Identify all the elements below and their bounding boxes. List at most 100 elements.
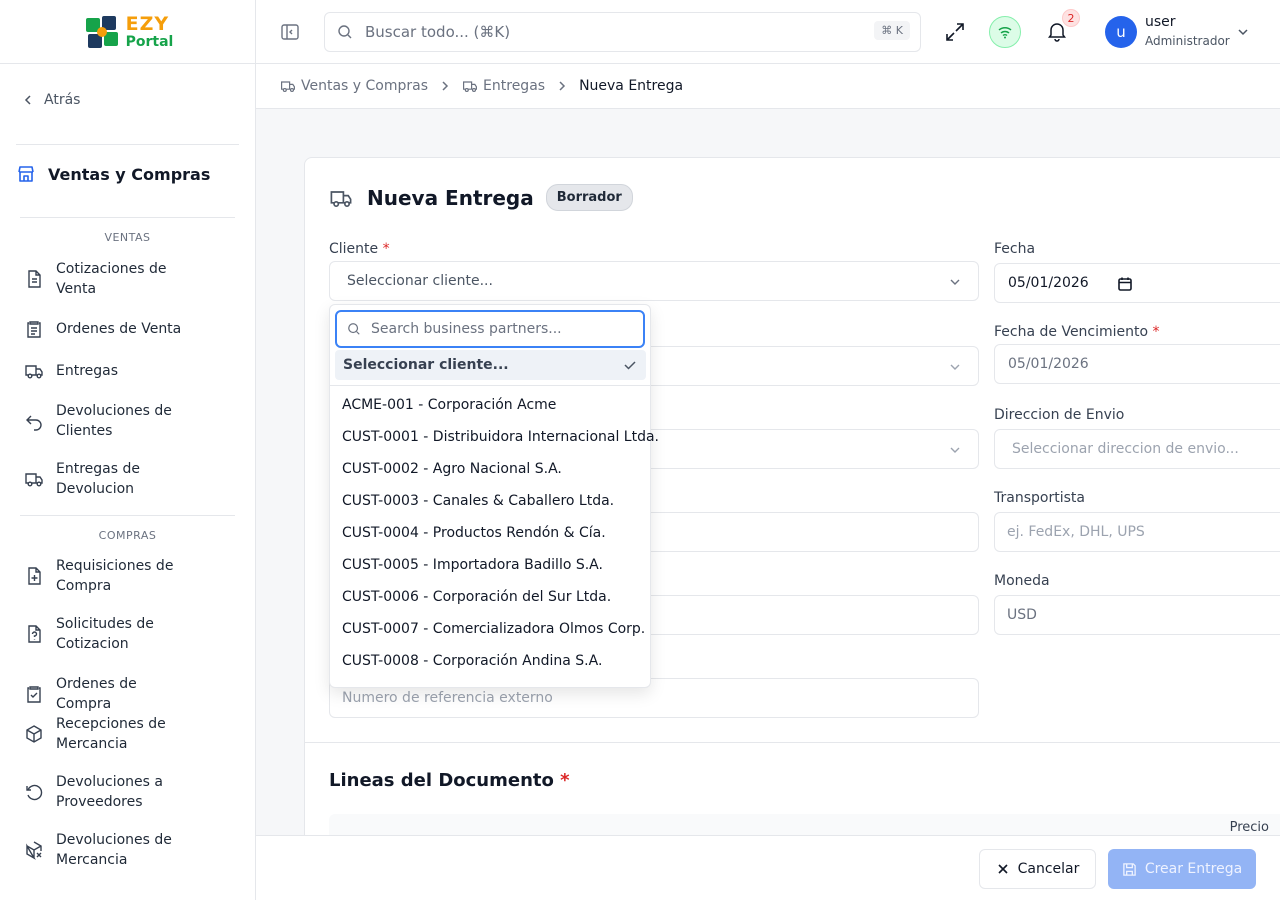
global-search-input[interactable]: Buscar todo... (⌘K) ⌘ K	[324, 12, 921, 52]
logo-area: EZY Portal	[0, 0, 255, 64]
chevron-right-icon	[442, 81, 449, 91]
cancel-button[interactable]: Cancelar	[979, 849, 1096, 889]
dropdown-option[interactable]: CUST-0001 - Distribuidora Internacional …	[342, 429, 659, 445]
moneda-value: USD	[1007, 607, 1037, 623]
dropdown-option[interactable]: CUST-0002 - Agro Nacional S.A.	[342, 461, 562, 477]
vencimiento-label: Fecha de Vencimiento *	[994, 324, 1160, 340]
sidebar-item-recepciones-de-mercancia[interactable]: Recepciones de Mercancia	[24, 714, 239, 754]
logo[interactable]: EZY Portal	[82, 12, 173, 52]
breadcrumb-item-ventas-y-compras[interactable]: Ventas y Compras	[280, 78, 428, 94]
dropdown-search-input[interactable]: Search business partners...	[335, 310, 645, 348]
breadcrumb: Ventas y Compras Entregas Nueva Entrega	[256, 64, 1280, 109]
vencimiento-value: 05/01/2026	[1008, 356, 1089, 372]
chevron-down-icon	[950, 364, 960, 370]
moneda-input[interactable]: USD	[994, 595, 1280, 635]
divider	[330, 385, 650, 386]
direccion-select[interactable]: Seleccionar direccion de envio...	[994, 429, 1280, 469]
package-check-icon	[26, 725, 42, 743]
sidebar-item-label: Entregas	[56, 363, 119, 379]
dropdown-option[interactable]: CUST-0005 - Importadora Badillo S.A.	[342, 557, 603, 573]
cliente-dropdown: Search business partners... Seleccionar …	[329, 304, 659, 688]
topbar: Buscar todo... (⌘K) ⌘ K 2 u user Adminis…	[256, 0, 1280, 64]
status-badge: Borrador	[545, 184, 633, 211]
sidebar-collapse-icon[interactable]	[280, 22, 300, 42]
sidebar-item-entregas-de-devolucion[interactable]: Entregas de Devolucion	[24, 459, 239, 499]
dropdown-option[interactable]: CUST-0003 - Canales & Caballero Ltda.	[342, 493, 614, 509]
sidebar-item-label: Requisiciones de Compra	[56, 558, 174, 594]
dropdown-option[interactable]: CUST-0004 - Productos Rendón & Cía.	[342, 525, 606, 541]
fullscreen-icon[interactable]	[944, 21, 966, 43]
search-placeholder: Buscar todo... (⌘K)	[365, 23, 511, 41]
avatar[interactable]: u	[1105, 16, 1137, 48]
sidebar-item-entregas[interactable]: Entregas	[24, 361, 239, 381]
truck-icon	[281, 81, 295, 93]
section-label-compras: COMPRAS	[98, 529, 157, 542]
user-name[interactable]: user	[1145, 14, 1176, 30]
transportista-label: Transportista	[994, 490, 1085, 506]
sidebar-item-label: Devoluciones de Mercancia	[56, 832, 172, 868]
search-shortcut-badge: ⌘ K	[874, 21, 910, 40]
sidebar-item-requisiciones-de-compra[interactable]: Requisiciones de Compra	[24, 556, 239, 596]
page-title: Nueva Entrega	[367, 185, 534, 210]
search-icon	[338, 25, 352, 39]
divider	[20, 217, 235, 218]
chevron-down-icon[interactable]	[1236, 25, 1250, 39]
fecha-label: Fecha	[994, 241, 1036, 257]
calendar-icon[interactable]	[1117, 276, 1133, 292]
breadcrumb-label: Ventas y Compras	[301, 78, 429, 94]
cliente-select[interactable]: Seleccionar cliente...	[329, 261, 979, 301]
dropdown-option[interactable]: CUST-0007 - Comercializadora Olmos Corp.	[342, 621, 645, 637]
search-icon	[348, 323, 360, 335]
chevron-left-icon	[24, 95, 31, 105]
dropdown-option[interactable]: CUST-0008 - Corporación Andina S.A.	[342, 653, 602, 669]
truck-icon	[463, 81, 478, 93]
create-delivery-button[interactable]: Crear Entrega	[1108, 849, 1256, 889]
undo-arrow-icon	[26, 415, 42, 431]
moneda-label: Moneda	[994, 573, 1050, 589]
required-mark: *	[382, 241, 390, 257]
sidebar-item-label: Solicitudes de Cotizacion	[56, 616, 154, 652]
truck-return-icon	[25, 473, 43, 487]
fecha-input[interactable]: 05/01/2026	[994, 263, 1280, 303]
required-mark: *	[560, 770, 570, 791]
required-mark: *	[1152, 324, 1160, 340]
connection-status[interactable]	[989, 16, 1021, 48]
sidebar-item-label: Devoluciones a Proveedores	[56, 774, 163, 810]
sidebar-item-ordenes-de-venta[interactable]: Ordenes de Venta	[24, 319, 239, 339]
dropdown-option[interactable]: CUST-0006 - Corporación del Sur Ltda.	[342, 589, 611, 605]
sidebar-item-devoluciones-de-mercancia[interactable]: Devoluciones de Mercancia	[24, 830, 239, 870]
referencia-placeholder: Numero de referencia externo	[342, 690, 553, 706]
divider	[305, 742, 1280, 743]
dropdown-option-selected[interactable]: Seleccionar cliente...	[335, 350, 646, 380]
check-icon	[624, 361, 636, 370]
sidebar-item-label: Devoluciones de Clientes	[56, 403, 172, 439]
sidebar-item-solicitudes-de-cotizacion[interactable]: Solicitudes de Cotizacion	[24, 614, 239, 654]
chevron-down-icon	[950, 447, 960, 453]
store-icon	[18, 166, 34, 182]
breadcrumb-label: Entregas	[483, 78, 546, 94]
back-label: Atrás	[44, 92, 81, 108]
logo-text-ezy: EZY	[125, 12, 170, 35]
transportista-input[interactable]: ej. FedEx, DHL, UPS	[994, 512, 1280, 552]
user-role: Administrador	[1145, 34, 1230, 48]
vencimiento-label-text: Fecha de Vencimiento	[994, 324, 1149, 340]
logo-mark-icon	[85, 15, 118, 48]
back-link[interactable]: Atrás	[22, 92, 80, 108]
divider	[16, 144, 239, 145]
dropdown-option[interactable]: ACME-001 - Corporación Acme	[342, 397, 556, 413]
rotate-ccw-icon	[26, 784, 43, 801]
sidebar-item-cotizaciones-de-venta[interactable]: Cotizaciones de Venta	[24, 259, 239, 299]
cliente-label: Cliente *	[329, 241, 390, 257]
section-label-ventas: VENTAS	[104, 231, 151, 244]
sidebar-item-devoluciones-a-proveedores[interactable]: Devoluciones a Proveedores	[24, 772, 239, 812]
breadcrumb-item-entregas[interactable]: Entregas	[462, 78, 545, 94]
vencimiento-input[interactable]: 05/01/2026	[994, 344, 1280, 384]
sidebar-item-label: Ordenes de Venta	[56, 321, 182, 337]
sidebar-item-ordenes-de-compra[interactable]: Ordenes de Compra	[24, 674, 239, 714]
chevron-down-icon	[950, 279, 960, 285]
sidebar-item-devoluciones-de-clientes[interactable]: Devoluciones de Clientes	[24, 401, 239, 441]
transportista-placeholder: ej. FedEx, DHL, UPS	[1007, 524, 1145, 540]
direccion-label: Direccion de Envio	[994, 407, 1125, 423]
file-plus-icon	[28, 567, 41, 585]
clipboard-list-icon	[27, 321, 41, 338]
